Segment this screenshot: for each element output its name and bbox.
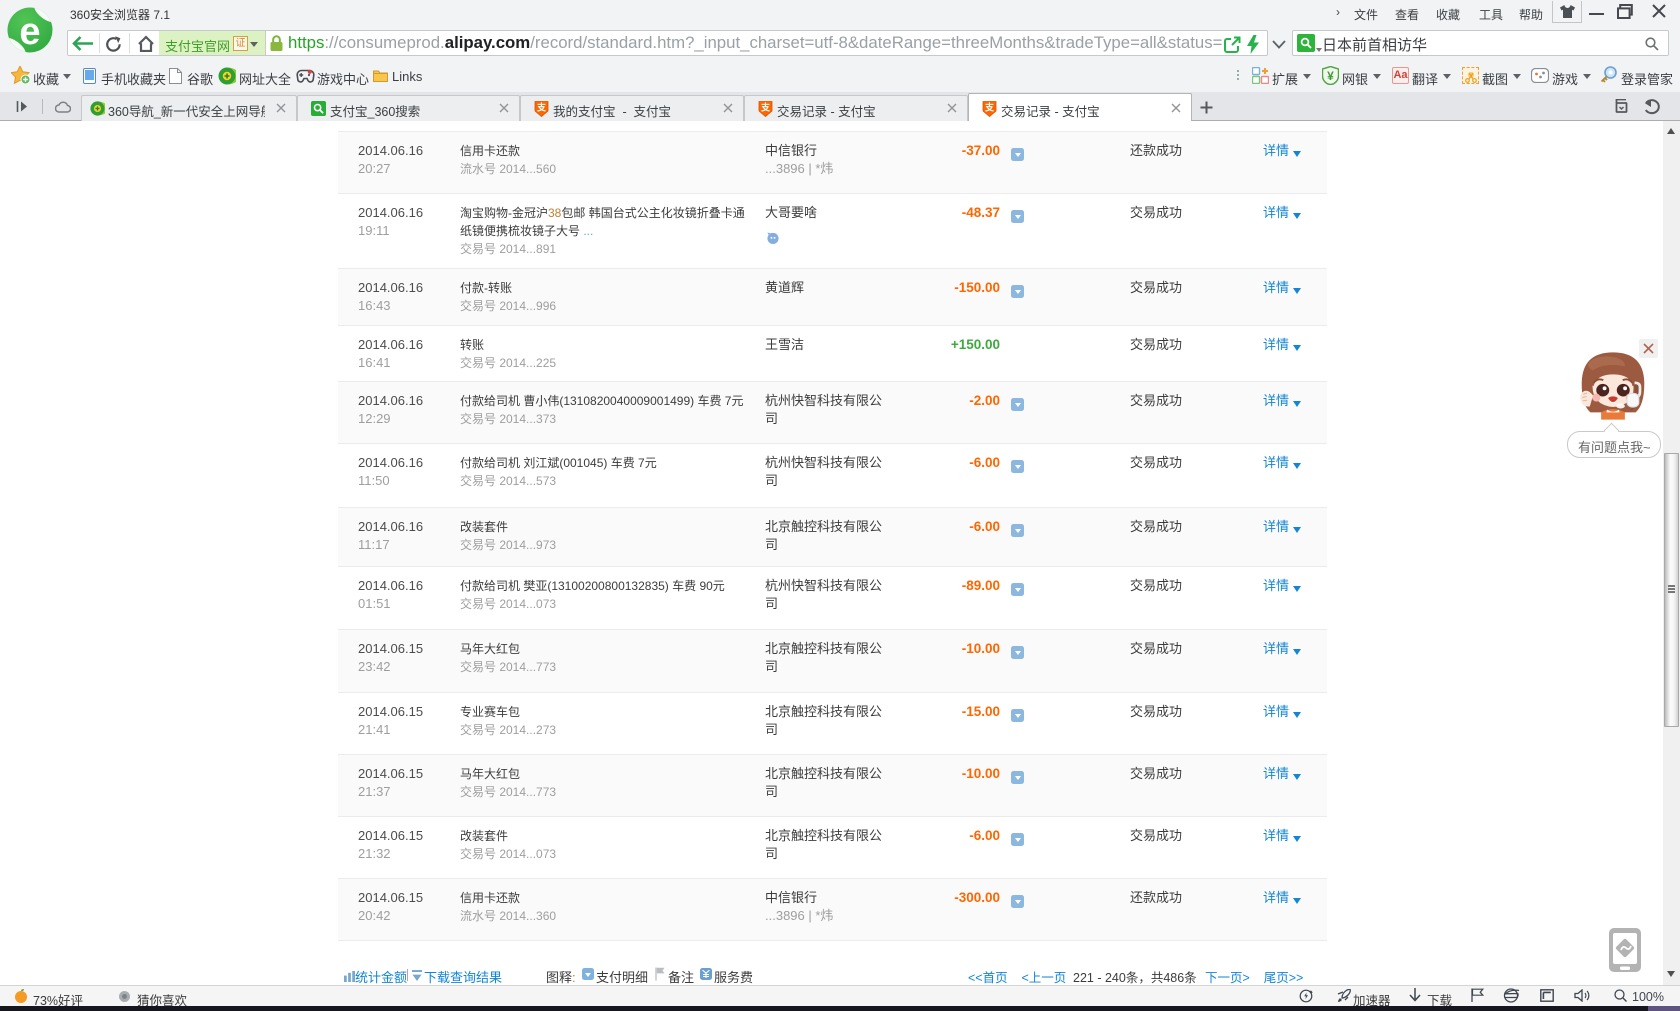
svg-text:支: 支 <box>536 102 547 113</box>
svg-text:支: 支 <box>984 102 995 113</box>
svg-text:¥: ¥ <box>1327 69 1334 83</box>
svg-text:支: 支 <box>760 102 771 113</box>
svg-text:e: e <box>19 11 40 53</box>
